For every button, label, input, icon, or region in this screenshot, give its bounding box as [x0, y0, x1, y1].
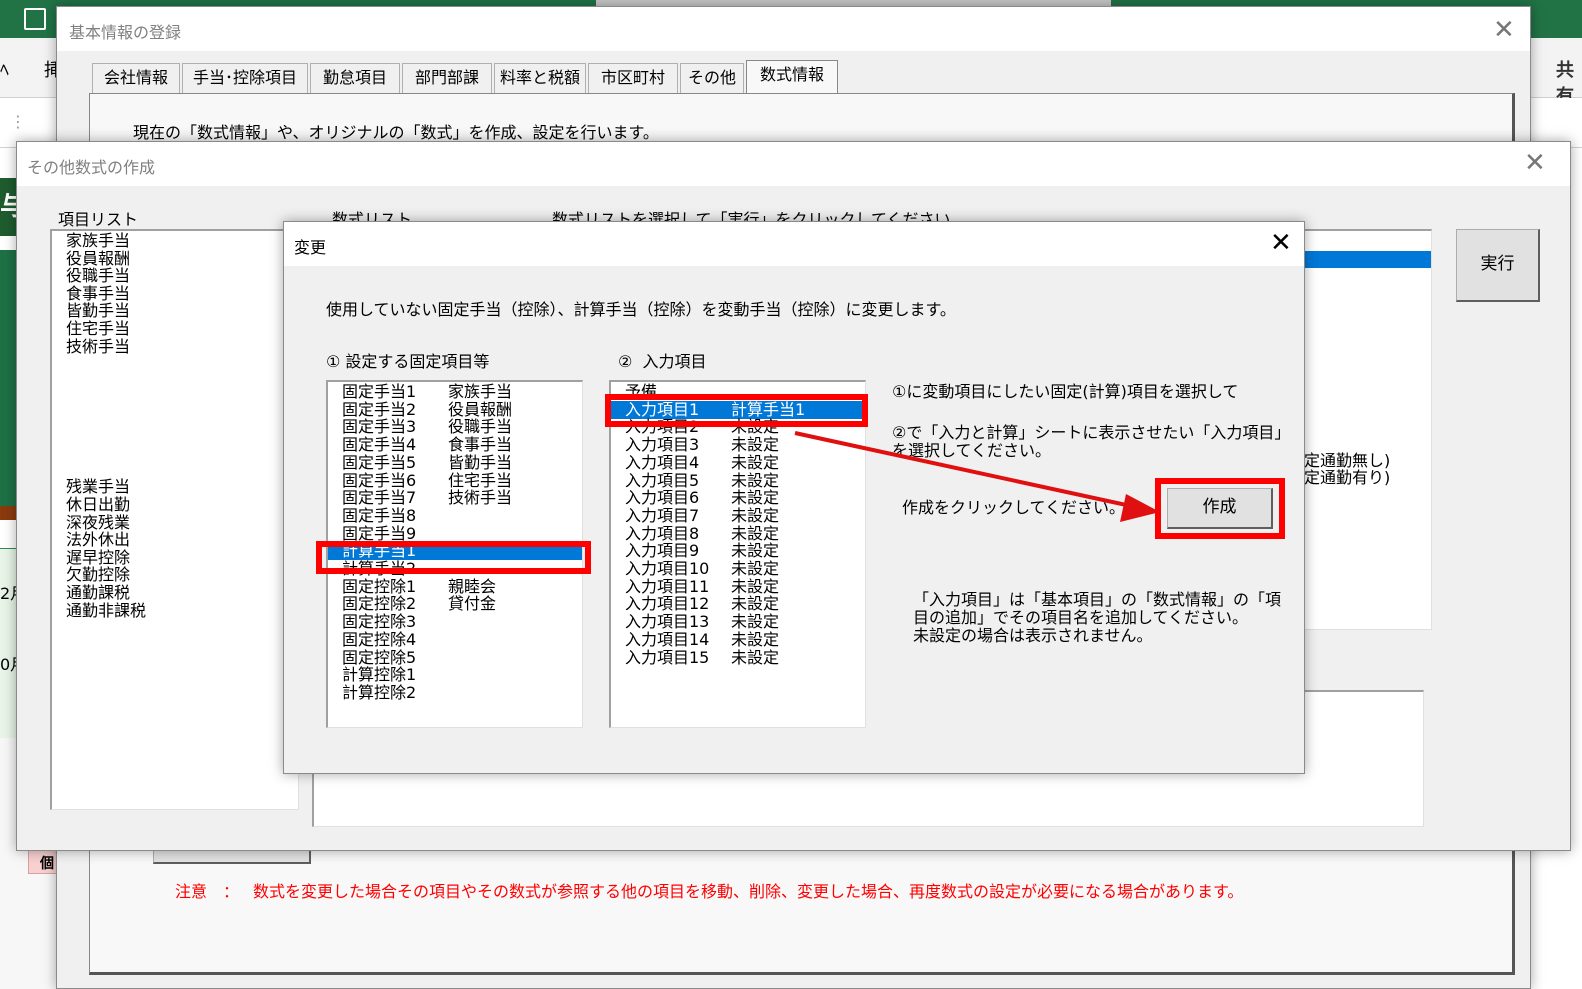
annotation-arrow-line [794, 431, 1141, 510]
annotation-arrow [794, 431, 1160, 522]
annotation-arrow-head [1120, 494, 1160, 522]
